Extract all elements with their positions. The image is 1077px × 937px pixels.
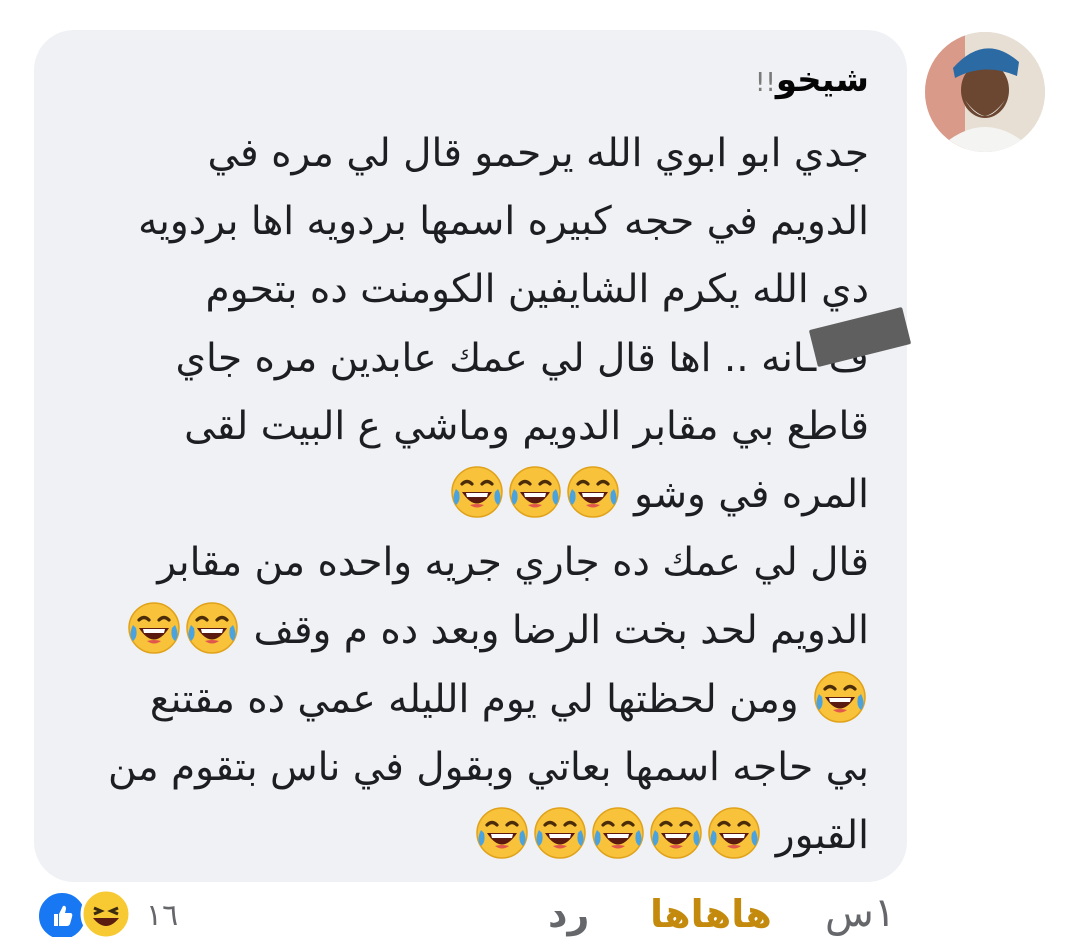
comment-text: جدي ابو ابوي الله يرحمو قال لي مره في الد… [59,120,869,870]
emoji-group [125,602,241,655]
comment-line-text: ف ـانه .. اها قال لي عمك عابدين مره جاي [175,335,869,381]
emoji-group [448,466,622,518]
comment-line-text: دي الله يكرم الشايفين الكومنت ده بتحوم [205,267,869,313]
comment-line: ف ـانه .. اها قال لي عمك عابدين مره جاي [59,325,869,393]
comment-line: جدي ابو ابوي الله يرحمو قال لي مره في [59,120,869,188]
comment-line-text: المره في وشو [634,471,869,517]
comment-line-text: جدي ابو ابوي الله يرحمو قال لي مره في [207,131,869,176]
laughing-tears-emoji [813,670,867,724]
avatar[interactable] [925,32,1045,152]
laughing-tears-emoji [450,465,504,519]
author-name: شيخو [775,60,869,100]
laughing-tears-emoji [566,465,620,519]
author-suffix: !! [755,68,776,98]
comment-line-text: الدويم في حجه كبيره اسمها بردويه اها برد… [138,199,869,245]
laughing-tears-emoji [475,806,529,860]
comment-line: قال لي عمك ده جاري جريه واحده من مقابر [59,529,869,597]
comment-line-text: بي حاجه اسمها بعاتي وبقول في ناس بتقوم م… [108,744,869,790]
reaction-label-button[interactable]: هاهاها [650,892,772,936]
comment-line: قاطع بي مقابر الدويم وماشي ع البيت لقى [59,393,869,461]
avatar-image [925,32,1045,152]
comment-line: دي الله يكرم الشايفين الكومنت ده بتحوم [59,256,869,324]
comment-line: بي حاجه اسمها بعاتي وبقول في ناس بتقوم م… [59,734,869,802]
comment-author[interactable]: شيخو!! [755,58,869,105]
reaction-count[interactable]: ١٦ [146,898,178,933]
reply-button[interactable]: رد [548,892,589,936]
laughing-tears-emoji [508,465,562,519]
comment-line-text: ومن لحظتها لي يوم الليله عمي ده مقتنع [149,676,799,722]
comment-line: الدويم لحد بخت الرضا وبعد ده م وقف [59,597,869,665]
laughing-tears-emoji [707,806,761,860]
laughing-tears-emoji [185,601,239,655]
comment-timestamp[interactable]: ١س [825,890,895,936]
comment-line-text: القبور [775,812,869,858]
comment-line: الدويم في حجه كبيره اسمها بردويه اها برد… [59,188,869,256]
comment-line-text: الدويم لحد بخت الرضا وبعد ده م وقف [253,608,869,654]
laughing-tears-emoji [533,806,587,860]
emoji-group [811,670,869,723]
laughing-tears-emoji [591,806,645,860]
haha-reaction-icon [80,890,132,937]
emoji-group [473,807,763,859]
comment-line: المره في وشو [59,461,869,529]
comment-footer: ١٦ رد هاهاها ١س [0,890,1077,937]
comment-line: القبور [59,802,869,870]
laughing-tears-emoji [127,601,181,655]
comment-line-text: قاطع بي مقابر الدويم وماشي ع البيت لقى [184,403,869,449]
comment-line: ومن لحظتها لي يوم الليله عمي ده مقتنع [59,666,869,734]
comment-line-text: قال لي عمك ده جاري جريه واحده من مقابر [157,540,869,586]
laughing-tears-emoji [649,806,703,860]
